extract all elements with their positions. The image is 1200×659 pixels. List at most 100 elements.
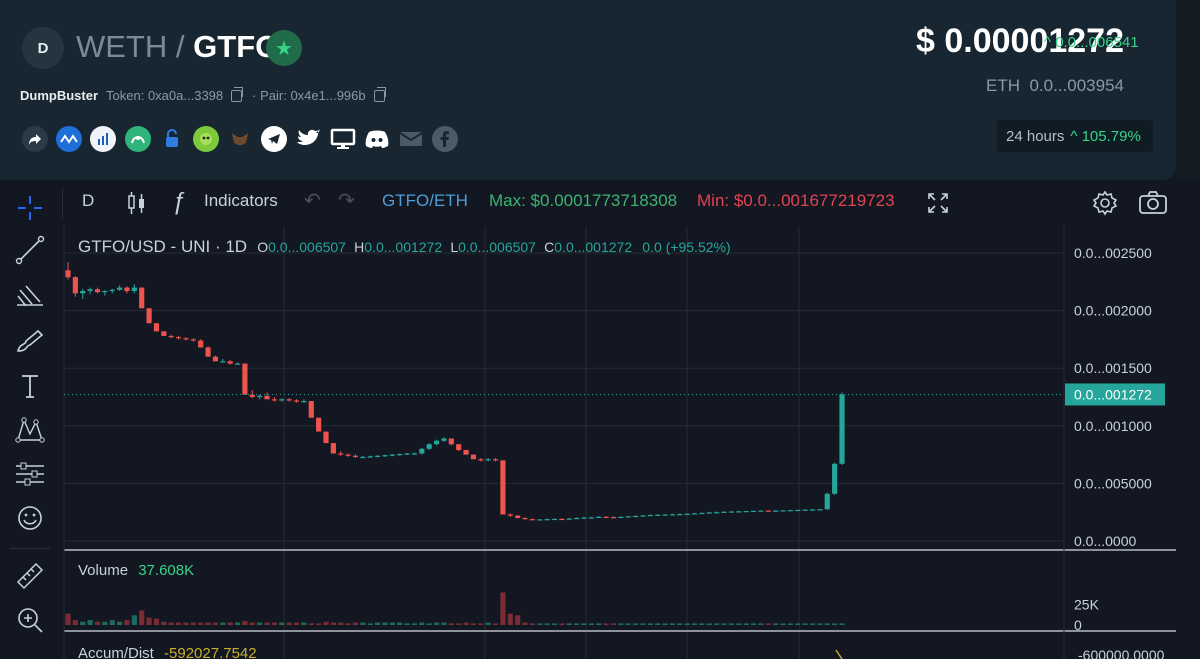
volume-bar (65, 613, 71, 625)
volume-bar (293, 622, 300, 625)
candle (257, 395, 263, 398)
telegram-icon[interactable] (261, 126, 288, 152)
twitter-icon[interactable] (296, 126, 322, 152)
volume-bar (669, 623, 676, 625)
volume-legend: Volume 37.608K (78, 562, 194, 579)
pair-separator: / (175, 29, 185, 64)
accum-dist-legend: Accum/Dist -592027.7542 (78, 645, 257, 659)
copy-pair-icon[interactable] (373, 86, 386, 102)
fx-icon[interactable]: ƒ (172, 188, 185, 216)
email-icon[interactable] (398, 126, 424, 152)
settings-gear-icon[interactable] (1092, 190, 1118, 216)
discord-icon[interactable] (364, 126, 390, 152)
candle (588, 517, 594, 519)
candle (618, 516, 624, 519)
candle (345, 454, 351, 456)
volume-bar (500, 592, 506, 625)
pair-address[interactable]: 0x4e1...996b (290, 88, 365, 103)
volume-bar (647, 623, 653, 625)
volume-bar (684, 623, 690, 625)
legend-high: 0.0...001272 (364, 239, 443, 255)
favorite-star-icon[interactable]: ★ (266, 30, 302, 66)
candle (647, 514, 653, 517)
fullscreen-icon[interactable] (926, 191, 950, 215)
volume-bar (677, 623, 683, 625)
candle (205, 347, 211, 357)
website-icon[interactable] (330, 126, 356, 152)
volume-bar (470, 623, 477, 625)
poocoin-icon[interactable] (192, 126, 219, 152)
candle (817, 509, 823, 511)
token-address[interactable]: 0xa0a...3398 (148, 88, 223, 103)
chart-grid (63, 226, 1176, 659)
pair-label: · Pair: (252, 88, 287, 103)
volume-bar (824, 623, 830, 625)
volume-bar (352, 622, 359, 625)
dextools-icon[interactable] (124, 126, 151, 152)
volume-tick-label: 0 (1074, 617, 1082, 633)
candle (139, 287, 145, 309)
volume-bar (249, 622, 255, 625)
volume-bar (131, 615, 137, 625)
candle (640, 515, 646, 517)
candle (161, 331, 167, 336)
volume-bar (175, 622, 182, 625)
volume-value: 37.608K (138, 562, 195, 579)
candle (662, 514, 668, 516)
redo-icon[interactable]: ↷ (338, 188, 355, 213)
volume-bar (227, 622, 233, 625)
volume-bar (529, 623, 535, 625)
candle (80, 291, 86, 294)
candle (463, 449, 469, 455)
candle (625, 516, 631, 518)
candle (581, 517, 587, 519)
volume-bar (566, 623, 572, 625)
volume-bar (817, 623, 823, 625)
crosshair-tool-icon[interactable] (14, 192, 46, 224)
coingecko-stats-icon[interactable] (90, 126, 117, 152)
candle (832, 463, 838, 494)
candle (286, 399, 292, 401)
volume-bar (183, 622, 189, 625)
facebook-icon[interactable] (432, 126, 459, 152)
interval-button[interactable]: D (82, 191, 94, 211)
price-chart[interactable]: 0.0...002500 0.0...002000 0.0...001500 0.0.… (0, 226, 1200, 659)
volume-bar (522, 622, 528, 625)
avatar[interactable]: D (22, 27, 64, 69)
indicators-button[interactable]: Indicators (204, 191, 278, 211)
quote-token[interactable]: WETH (76, 29, 167, 64)
candle (271, 399, 277, 401)
price-tick-label: 0.0...002000 (1074, 303, 1152, 319)
legend-symbol: GTFO/USD - UNI · 1D (78, 237, 248, 256)
volume-bar (257, 622, 263, 625)
period-change-box[interactable]: 24 hours ^ 105.79% (997, 120, 1153, 152)
volume-bar (750, 623, 757, 625)
volume-bar (758, 623, 764, 625)
coinmarketcap-icon[interactable] (56, 126, 83, 152)
price-tick-label: 0.0...0000 (1074, 533, 1136, 549)
candle (721, 511, 727, 513)
unlock-icon[interactable] (159, 126, 185, 152)
metamask-icon[interactable] (227, 126, 253, 152)
candle (610, 517, 617, 519)
volume-bar (743, 623, 749, 625)
copy-token-icon[interactable] (231, 86, 244, 102)
chart-symbol[interactable]: GTFO/ETH (382, 191, 468, 211)
candle (655, 514, 661, 516)
volume-bar (618, 623, 624, 625)
candles-style-icon[interactable] (126, 190, 148, 216)
camera-snapshot-icon[interactable] (1138, 190, 1168, 216)
candle (559, 518, 565, 521)
candle (279, 399, 285, 401)
volume-bar (102, 621, 108, 625)
undo-icon[interactable]: ↶ (304, 188, 321, 213)
share-icon[interactable] (22, 126, 48, 152)
candle (308, 401, 314, 418)
volume-bar (588, 623, 594, 625)
candle (706, 512, 712, 514)
candle (117, 287, 123, 290)
volume-bar (544, 623, 550, 625)
price-eth-value: 0.0...003954 (1029, 76, 1124, 95)
owner-name[interactable]: DumpBuster (20, 88, 98, 103)
volume-bar (507, 613, 513, 625)
